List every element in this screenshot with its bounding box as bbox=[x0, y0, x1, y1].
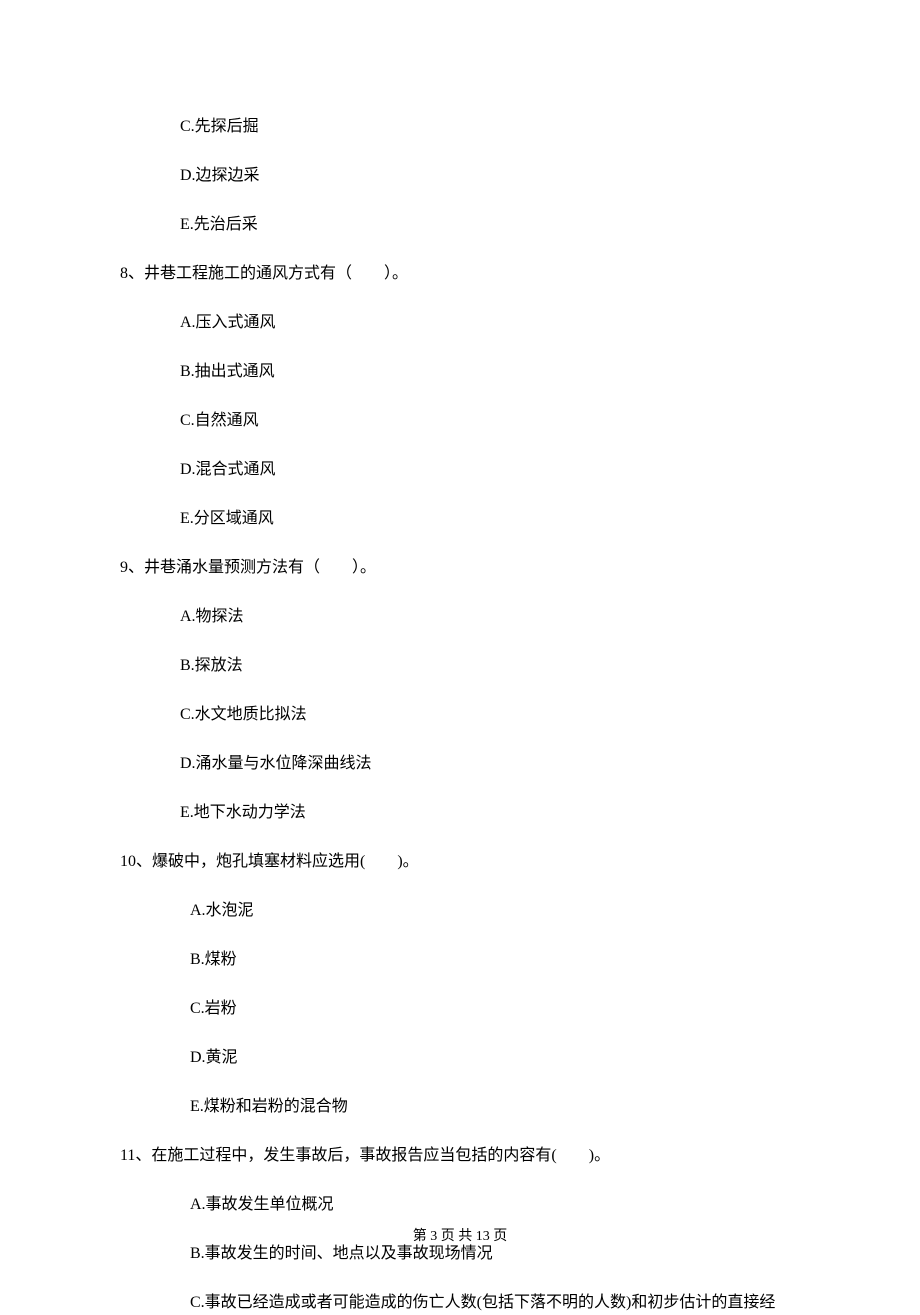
q8-option-e: E.分区域通风 bbox=[180, 507, 800, 531]
q8-option-a: A.压入式通风 bbox=[180, 311, 800, 335]
q10-stem: 10、爆破中，炮孔填塞材料应选用( )。 bbox=[120, 850, 800, 874]
q7-option-c: C.先探后掘 bbox=[180, 115, 800, 139]
q7-option-d: D.边探边采 bbox=[180, 164, 800, 188]
q10-option-e: E.煤粉和岩粉的混合物 bbox=[190, 1095, 800, 1119]
document-content: C.先探后掘 D.边探边采 E.先治后采 8、井巷工程施工的通风方式有（ ）。 … bbox=[0, 0, 920, 1315]
q9-option-b: B.探放法 bbox=[180, 654, 800, 678]
q8-option-b: B.抽出式通风 bbox=[180, 360, 800, 384]
q11-option-c: C.事故已经造成或者可能造成的伤亡人数(包括下落不明的人数)和初步估计的直接经 bbox=[190, 1291, 800, 1315]
q9-option-d: D.涌水量与水位降深曲线法 bbox=[180, 752, 800, 776]
q10-option-c: C.岩粉 bbox=[190, 997, 800, 1021]
q7-option-e: E.先治后采 bbox=[180, 213, 800, 237]
q9-option-c: C.水文地质比拟法 bbox=[180, 703, 800, 727]
q10-option-d: D.黄泥 bbox=[190, 1046, 800, 1070]
q9-option-a: A.物探法 bbox=[180, 605, 800, 629]
q11-option-a: A.事故发生单位概况 bbox=[190, 1193, 800, 1217]
page-footer: 第 3 页 共 13 页 bbox=[0, 1226, 920, 1247]
q10-option-a: A.水泡泥 bbox=[190, 899, 800, 923]
q11-stem: 11、在施工过程中，发生事故后，事故报告应当包括的内容有( )。 bbox=[120, 1144, 800, 1168]
q8-stem: 8、井巷工程施工的通风方式有（ ）。 bbox=[120, 262, 800, 286]
q9-option-e: E.地下水动力学法 bbox=[180, 801, 800, 825]
q8-option-c: C.自然通风 bbox=[180, 409, 800, 433]
q9-stem: 9、井巷涌水量预测方法有（ ）。 bbox=[120, 556, 800, 580]
q10-option-b: B.煤粉 bbox=[190, 948, 800, 972]
q8-option-d: D.混合式通风 bbox=[180, 458, 800, 482]
